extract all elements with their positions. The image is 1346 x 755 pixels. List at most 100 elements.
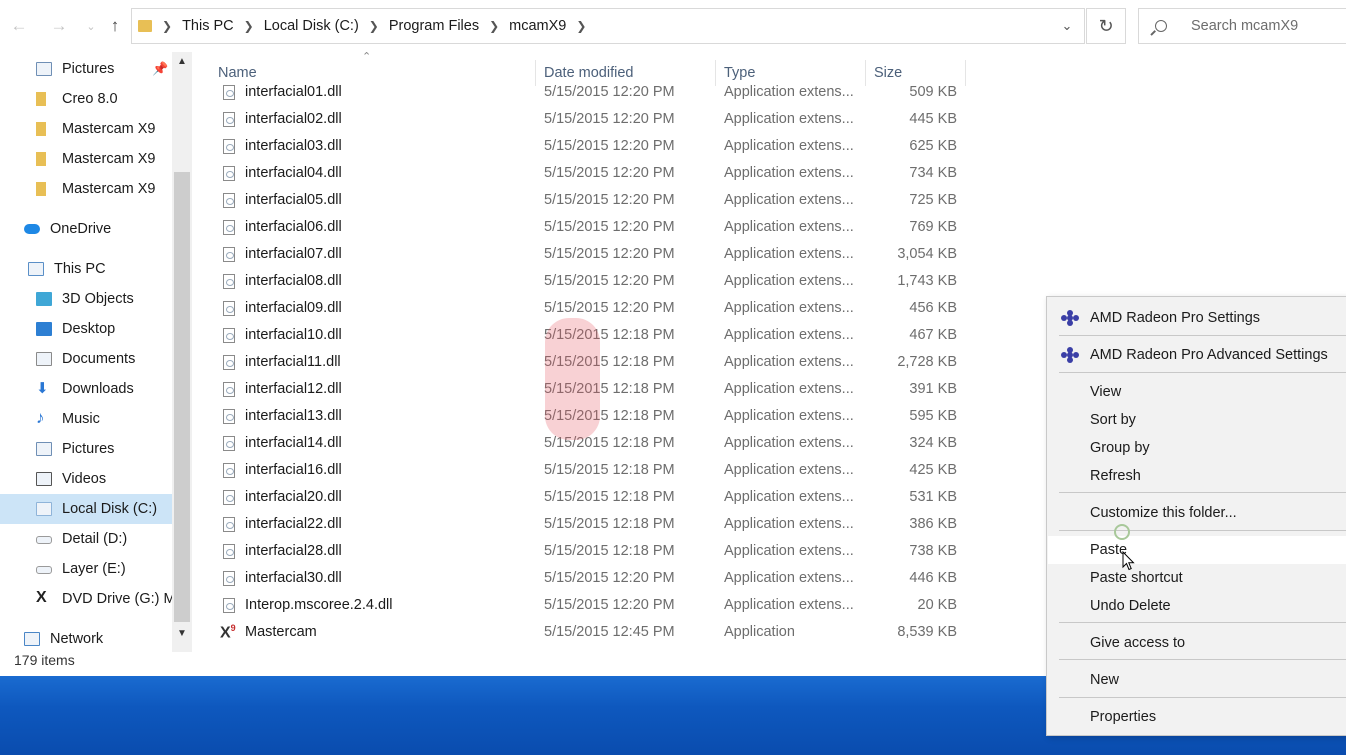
file-row[interactable]: interfacial04.dll 5/15/2015 12:20 PM Appli…	[210, 161, 970, 188]
nav-item[interactable]: Detail (D:)	[0, 524, 172, 554]
pin-icon[interactable]: 📌	[152, 61, 168, 77]
file-date-modified: 5/15/2015 12:20 PM	[544, 138, 675, 154]
file-row[interactable]: interfacial22.dll 5/15/2015 12:18 PM Appli…	[210, 512, 970, 539]
folder-icon	[36, 152, 46, 166]
nav-item[interactable]: OneDrive	[0, 214, 172, 244]
file-row[interactable]: interfacial07.dll 5/15/2015 12:20 PM Appli…	[210, 242, 970, 269]
search-input[interactable]: Search mcamX9	[1191, 18, 1298, 34]
file-type: Application extens...	[724, 138, 854, 154]
search-box[interactable]: Search mcamX9	[1138, 8, 1346, 44]
nav-item[interactable]: Local Disk (C:)	[0, 494, 172, 524]
dll-file-icon	[223, 193, 235, 208]
chevron-right-icon[interactable]: ❯	[244, 19, 254, 33]
file-row[interactable]: interfacial06.dll 5/15/2015 12:20 PM Appli…	[210, 215, 970, 242]
file-size: 509 KB	[909, 84, 957, 100]
navigation-scrollbar-thumb[interactable]	[174, 172, 190, 622]
address-bar[interactable]: ❯ This PC ❯ Local Disk (C:) ❯ Program Fi…	[131, 8, 1085, 44]
nav-item[interactable]: Documents	[0, 344, 172, 374]
file-row[interactable]: interfacial28.dll 5/15/2015 12:18 PM Appli…	[210, 539, 970, 566]
file-size: 2,728 KB	[897, 354, 957, 370]
nav-item-label: Mastercam X9	[62, 151, 156, 167]
context-menu-item[interactable]: AMD Radeon Pro Settings	[1048, 304, 1346, 332]
click-ring-indicator	[1114, 524, 1130, 540]
context-menu-item[interactable]: Paste	[1048, 536, 1346, 564]
forward-arrow-icon[interactable]: →	[46, 10, 72, 42]
file-size: 734 KB	[909, 165, 957, 181]
scroll-up-icon[interactable]: ▲	[174, 56, 190, 70]
breadcrumb-mcamx9[interactable]: mcamX9	[509, 18, 566, 34]
refresh-icon[interactable]: ↻	[1086, 8, 1126, 44]
scroll-down-icon[interactable]: ▼	[174, 628, 190, 642]
nav-item[interactable]: Layer (E:)	[0, 554, 172, 584]
context-menu-item-label: Properties	[1090, 709, 1157, 725]
up-arrow-icon[interactable]: ↑	[102, 10, 128, 42]
context-menu-item[interactable]: Sort by	[1048, 406, 1346, 434]
nav-item[interactable]: Mastercam X9	[0, 114, 172, 144]
file-row[interactable]: interfacial30.dll 5/15/2015 12:20 PM Appli…	[210, 566, 970, 593]
file-row[interactable]: interfacial20.dll 5/15/2015 12:18 PM Appli…	[210, 485, 970, 512]
nav-item[interactable]: Mastercam X9	[0, 174, 172, 204]
file-name: interfacial22.dll	[245, 516, 342, 532]
chevron-right-icon[interactable]: ❯	[576, 19, 586, 33]
file-row[interactable]: interfacial16.dll 5/15/2015 12:18 PM Appli…	[210, 458, 970, 485]
download-arrow-icon: ⬇	[36, 380, 49, 397]
breadcrumb-this-pc[interactable]: This PC	[182, 18, 234, 34]
file-name: interfacial09.dll	[245, 300, 342, 316]
context-menu-item-label: Sort by	[1090, 412, 1136, 428]
context-menu-item[interactable]: Paste shortcut	[1048, 564, 1346, 592]
context-menu-item[interactable]: AMD Radeon Pro Advanced Settings	[1048, 341, 1346, 369]
file-row[interactable]: interfacial03.dll 5/15/2015 12:20 PM Appli…	[210, 134, 970, 161]
breadcrumb-program-files[interactable]: Program Files	[389, 18, 479, 34]
dll-file-icon	[223, 544, 235, 559]
nav-item[interactable]: Pictures 📌	[0, 54, 172, 84]
file-row[interactable]: Interop.mscoree.2.4.dll 5/15/2015 12:20 P…	[210, 593, 970, 620]
nav-item[interactable]: Creo 8.0	[0, 84, 172, 114]
file-name: interfacial28.dll	[245, 543, 342, 559]
nav-item-label: Downloads	[62, 381, 134, 397]
nav-item[interactable]: Desktop	[0, 314, 172, 344]
context-menu-item[interactable]: Group by	[1048, 434, 1346, 462]
nav-item[interactable]: Videos	[0, 464, 172, 494]
context-menu-item-label: Customize this folder...	[1090, 505, 1237, 521]
nav-item[interactable]: This PC	[0, 254, 172, 284]
search-icon	[1155, 20, 1167, 32]
file-row[interactable]: interfacial08.dll 5/15/2015 12:20 PM Appli…	[210, 269, 970, 296]
context-menu-item[interactable]: New	[1048, 666, 1346, 694]
file-row[interactable]: interfacial02.dll 5/15/2015 12:20 PM Appli…	[210, 107, 970, 134]
file-row[interactable]: interfacial05.dll 5/15/2015 12:20 PM Appli…	[210, 188, 970, 215]
nav-item-label: OneDrive	[50, 221, 112, 237]
nav-item[interactable]: ⬇ Downloads	[0, 374, 172, 404]
nav-item[interactable]: Network	[0, 624, 172, 654]
context-menu-item[interactable]: Refresh	[1048, 462, 1346, 490]
nav-item[interactable]: Mastercam X9	[0, 144, 172, 174]
context-menu-item[interactable]: Give access to	[1048, 629, 1346, 657]
file-date-modified: 5/15/2015 12:18 PM	[544, 516, 675, 532]
dll-file-icon	[223, 274, 235, 289]
context-menu-item[interactable]: View	[1048, 378, 1346, 406]
dll-file-icon	[223, 85, 235, 100]
address-dropdown-chevron-icon[interactable]: ⌄	[1050, 9, 1084, 43]
file-date-modified: 5/15/2015 12:45 PM	[544, 624, 675, 640]
nav-item[interactable]: ♪ Music	[0, 404, 172, 434]
file-row[interactable]: X9 Mastercam 5/15/2015 12:45 PM Application…	[210, 620, 970, 647]
nav-item[interactable]: Pictures	[0, 434, 172, 464]
nav-item[interactable]: X DVD Drive (G:) M	[0, 584, 176, 614]
file-row[interactable]: interfacial09.dll 5/15/2015 12:20 PM Appli…	[210, 296, 970, 323]
file-date-modified: 5/15/2015 12:20 PM	[544, 192, 675, 208]
file-name: interfacial30.dll	[245, 570, 342, 586]
context-menu-item[interactable]: Customize this folder...	[1048, 499, 1346, 527]
breadcrumb-local-disk[interactable]: Local Disk (C:)	[264, 18, 359, 34]
file-name: interfacial04.dll	[245, 165, 342, 181]
recent-locations-chevron-icon[interactable]: ⌄	[78, 10, 104, 42]
context-menu-item-label: Undo Delete	[1090, 598, 1171, 614]
chevron-right-icon[interactable]: ❯	[489, 19, 499, 33]
network-icon	[24, 632, 40, 646]
file-date-modified: 5/15/2015 12:20 PM	[544, 597, 675, 613]
context-menu-item[interactable]: Properties	[1048, 703, 1346, 731]
back-arrow-icon[interactable]: ←	[6, 10, 32, 42]
chevron-right-icon[interactable]: ❯	[369, 19, 379, 33]
file-date-modified: 5/15/2015 12:18 PM	[544, 543, 675, 559]
nav-item[interactable]: 3D Objects	[0, 284, 172, 314]
context-menu-item[interactable]: Undo Delete	[1048, 592, 1346, 620]
file-row[interactable]: interfacial01.dll 5/15/2015 12:20 PM Appli…	[210, 80, 970, 107]
